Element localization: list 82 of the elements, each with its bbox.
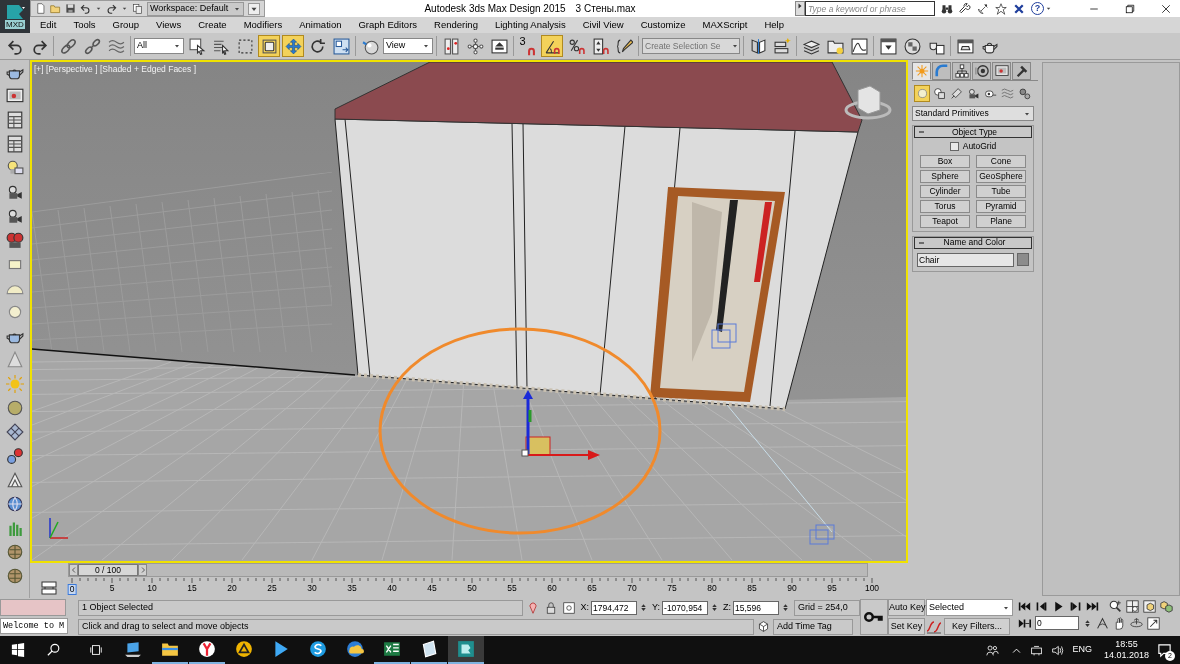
frame-label: 10 [147, 584, 157, 593]
object-type-button[interactable]: Teapot [920, 214, 970, 228]
menu-item[interactable]: Group [112, 17, 139, 33]
object-name-field[interactable]: Chair [917, 252, 1014, 267]
frame-label: 100 [864, 584, 880, 593]
coordinate-field[interactable]: -1070,954 [662, 600, 709, 615]
frame-label: 85 [747, 584, 757, 593]
add-time-tag-button[interactable]: Add Time Tag [773, 618, 853, 635]
clock-time[interactable]: 18:55 [1115, 639, 1138, 650]
menu-item[interactable]: Edit [40, 17, 57, 33]
selection-set-field[interactable]: Create Selection Se [642, 38, 740, 54]
menu-item[interactable]: Modifiers [243, 17, 283, 33]
menu-item[interactable]: Animation [299, 17, 342, 33]
menu-item[interactable]: Rendering [434, 17, 478, 33]
axis-label: Y: [652, 600, 661, 614]
axis-label: X: [580, 600, 590, 614]
language-indicator[interactable]: ENG [1072, 643, 1092, 657]
frame-label: 5 [109, 584, 115, 593]
frame-label: 20 [227, 584, 237, 593]
toolbar-dropdown[interactable]: All [134, 38, 184, 54]
frame-label: 40 [387, 584, 397, 593]
time-slider-thumb[interactable]: 0 / 100 [78, 564, 138, 576]
toolbar-dropdown[interactable]: View [383, 38, 433, 54]
menu-item[interactable]: Views [155, 17, 182, 33]
listener-output[interactable]: Welcome to M [0, 618, 68, 634]
object-type-button[interactable]: Torus [920, 199, 970, 213]
time-slider-track[interactable]: 0 / 100 [68, 563, 868, 577]
menu-item[interactable]: MAXScript [702, 17, 748, 33]
auto-key-button[interactable]: Auto Key [888, 599, 925, 616]
object-type-button[interactable]: GeoSphere [976, 169, 1026, 183]
menu-item[interactable]: Create [198, 17, 227, 33]
frame-label: 50 [467, 584, 477, 593]
key-set-dropdown[interactable]: Selected [926, 599, 1013, 616]
object-type-button[interactable]: Cylinder [920, 184, 970, 198]
viewport-label[interactable]: [+] [Perspective ] [Shaded + Edged Faces ] [34, 63, 197, 76]
frame-label: 15 [187, 584, 197, 593]
menu-item[interactable]: Graph Editors [358, 17, 418, 33]
frame-label: 80 [707, 584, 717, 593]
frame-label: 45 [427, 584, 437, 593]
file-name: 3 Стены.max [575, 2, 636, 16]
object-type-button[interactable]: Tube [976, 184, 1026, 198]
object-type-button[interactable]: Box [920, 154, 970, 168]
object-type-button[interactable]: Cone [976, 154, 1026, 168]
frame-label: 0 [67, 584, 77, 595]
menu-item[interactable]: Tools [73, 17, 96, 33]
snap-toggle[interactable]: 3 [517, 35, 539, 57]
search-field[interactable]: Type a keyword or phrase [805, 1, 935, 16]
rollout-header[interactable]: Object Type [914, 126, 1032, 138]
grid-info: Grid = 254,0 [794, 599, 860, 616]
menu-item[interactable]: Customize [640, 17, 686, 33]
category-dropdown[interactable]: Standard Primitives [912, 106, 1034, 121]
frame-label: 60 [547, 584, 557, 593]
menu-item[interactable]: Lighting Analysis [494, 17, 566, 33]
menu-item[interactable]: Civil View [582, 17, 624, 33]
viewport[interactable]: [+] [Perspective ] [Shaded + Edged Faces ] [30, 60, 908, 563]
frame-label: 95 [827, 584, 837, 593]
frame-label: 75 [667, 584, 677, 593]
frame-label: 70 [627, 584, 637, 593]
autogrid-checkbox[interactable]: AutoGrid [949, 140, 997, 153]
app-button-label: MXD [5, 20, 25, 29]
app-menu-button[interactable]: MXD [0, 0, 30, 33]
key-filters-button[interactable]: Key Filters... [944, 618, 1010, 635]
frame-label: 35 [347, 584, 357, 593]
rollout-header[interactable]: Name and Color [914, 236, 1032, 249]
clock-date[interactable]: 14.01.2018 [1103, 650, 1149, 661]
object-type-button[interactable]: Pyramid [976, 199, 1026, 213]
workspace-dropdown[interactable]: Workspace: Default [147, 1, 244, 16]
coordinate-field[interactable]: 15,596 [733, 600, 780, 615]
frame-label: 65 [587, 584, 597, 593]
frame-label: 25 [267, 584, 277, 593]
frame-label: 30 [307, 584, 317, 593]
frame-label: 90 [787, 584, 797, 593]
window-title: Autodesk 3ds Max Design 2015 [424, 2, 566, 16]
menu-item[interactable]: Help [764, 17, 784, 33]
selection-info: 1 Object Selected [78, 599, 523, 616]
axis-label: Z: [723, 600, 732, 614]
frame-field[interactable]: 0 [1035, 616, 1079, 630]
object-type-button[interactable]: Plane [976, 214, 1026, 228]
frame-label: 55 [507, 584, 517, 593]
object-type-button[interactable]: Sphere [920, 169, 970, 183]
set-key-button[interactable]: Set Key [888, 618, 925, 635]
coordinate-field[interactable]: 1794,472 [591, 600, 638, 615]
